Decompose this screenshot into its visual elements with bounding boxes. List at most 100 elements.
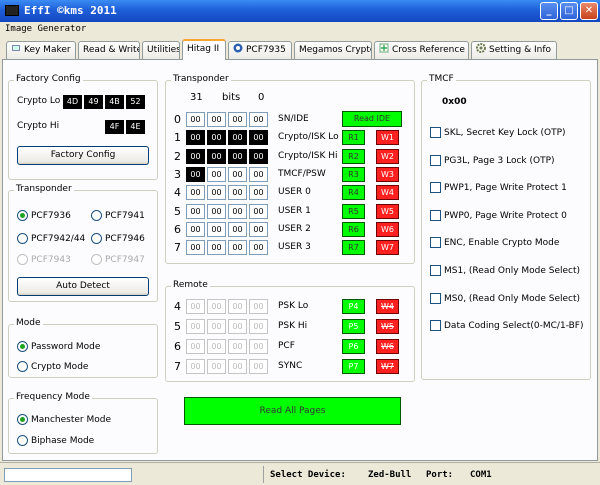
tab-setting-info[interactable]: Setting & Info (471, 41, 557, 59)
radio-pcf7941[interactable] (91, 210, 102, 221)
read-page-button[interactable]: R3 (342, 166, 365, 182)
page-byte-cell[interactable]: 00 (207, 240, 226, 256)
page-label: USER 0 (278, 187, 311, 198)
remote-byte-cell: 00 (228, 339, 247, 354)
read-all-pages-button[interactable]: Read All Pages (184, 397, 401, 425)
tmcf-option-checkbox[interactable] (430, 209, 441, 221)
page-byte-cell[interactable]: 00 (228, 240, 247, 256)
remote-read-button[interactable]: P5 (342, 319, 365, 334)
read-page-button[interactable]: R5 (342, 203, 365, 219)
read-page-button[interactable]: R4 (342, 185, 365, 201)
tmcf-option-checkbox[interactable] (430, 265, 441, 276)
tmcf-option-checkbox[interactable] (430, 127, 441, 138)
radio-crypto-mode[interactable] (17, 361, 28, 372)
remote-read-button[interactable]: P6 (342, 339, 365, 354)
write-page-button[interactable]: W6 (376, 221, 399, 237)
tab-megamos-crypto[interactable]: Megamos Crypto (294, 41, 372, 59)
tmcf-option-label: PWP0, Page Write Protect 0 (444, 210, 567, 221)
crypto-lo-byte: 4D (63, 95, 82, 109)
menu-image-generator[interactable]: Image Generator (5, 24, 86, 34)
maximize-button[interactable]: □ (560, 2, 578, 20)
page-byte-cell[interactable]: 00 (207, 221, 226, 237)
minimize-button[interactable]: _ (540, 2, 558, 20)
bits-high-label: 31 (190, 92, 203, 103)
write-page-button[interactable]: W2 (376, 148, 399, 164)
page-byte-cell[interactable]: 00 (249, 221, 268, 237)
write-page-button[interactable]: W1 (376, 130, 399, 146)
page-byte-cell[interactable]: 00 (228, 148, 247, 164)
page-byte-cell[interactable]: 00 (207, 112, 226, 127)
remote-write-button[interactable]: W4 (376, 299, 399, 314)
remote-write-button[interactable]: W7 (376, 359, 399, 374)
write-page-button[interactable]: W4 (376, 185, 399, 201)
page-byte-cell[interactable]: 00 (207, 166, 226, 182)
page-byte-cell[interactable]: 00 (228, 185, 247, 201)
page-byte-cell[interactable]: 00 (186, 148, 205, 164)
read-page-button[interactable]: R6 (342, 221, 365, 237)
remote-write-button[interactable]: W6 (376, 339, 399, 354)
tmcf-option-checkbox[interactable] (430, 292, 441, 304)
page-byte-cell[interactable]: 00 (186, 221, 205, 237)
auto-detect-button[interactable]: Auto Detect (17, 277, 149, 296)
page-byte-cell[interactable]: 00 (207, 148, 226, 164)
page-byte-cell[interactable]: 00 (249, 130, 268, 146)
remote-page-number: 6 (174, 340, 181, 353)
page-byte-cell[interactable]: 00 (186, 203, 205, 219)
tab-hitag-ii[interactable]: Hitag II (182, 39, 226, 60)
page-number: 3 (174, 167, 181, 181)
page-byte-cell[interactable]: 00 (249, 148, 268, 164)
read-page-button[interactable]: R2 (342, 148, 365, 164)
page-byte-cell[interactable]: 00 (249, 185, 268, 201)
read-page-button[interactable]: R7 (342, 240, 365, 256)
page-byte-cell[interactable]: 00 (207, 185, 226, 201)
remote-byte-cell: 00 (186, 319, 205, 334)
remote-byte-cell: 00 (207, 359, 226, 374)
pcf7935-icon (233, 43, 243, 53)
read-page-button[interactable]: R1 (342, 130, 365, 146)
tmcf-option-label: PWP1, Page Write Protect 1 (444, 183, 567, 194)
tmcf-option-checkbox[interactable] (430, 154, 441, 166)
page-byte-cell[interactable]: 00 (249, 112, 268, 127)
page-byte-cell[interactable]: 00 (249, 240, 268, 256)
page-byte-cell[interactable]: 00 (228, 203, 247, 219)
tab-read-write[interactable]: Read & Write (78, 41, 140, 59)
radio-biphase-mode[interactable] (17, 435, 28, 446)
page-byte-cell[interactable]: 00 (228, 130, 247, 146)
page-byte-cell[interactable]: 00 (186, 166, 205, 182)
tab-utilities[interactable]: Utilities (142, 41, 180, 59)
remote-read-button[interactable]: P7 (342, 359, 365, 374)
radio-pcf7936[interactable] (17, 210, 28, 221)
radio-pcf7946[interactable] (91, 233, 102, 244)
remote-read-button[interactable]: P4 (342, 299, 365, 314)
page-byte-cell[interactable]: 00 (207, 130, 226, 146)
read-ide-button[interactable]: Read IDE (342, 111, 402, 127)
crypto-hi-label: Crypto Hi (17, 121, 60, 131)
page-byte-cell[interactable]: 00 (228, 221, 247, 237)
radio-pcf7942-44[interactable] (17, 233, 28, 244)
factory-config-button[interactable]: Factory Config (17, 146, 149, 165)
page-byte-cell[interactable]: 00 (249, 203, 268, 219)
tmcf-option-checkbox[interactable] (430, 182, 441, 194)
page-byte-cell[interactable]: 00 (228, 166, 247, 182)
write-page-button[interactable]: W5 (376, 203, 399, 219)
page-byte-cell[interactable]: 00 (207, 203, 226, 219)
page-byte-cell[interactable]: 00 (186, 112, 205, 127)
close-button[interactable]: ✕ (580, 2, 598, 20)
page-byte-cell[interactable]: 00 (249, 166, 268, 182)
page-byte-cell[interactable]: 00 (186, 185, 205, 201)
port-value: COM1 (470, 470, 492, 480)
page-byte-cell[interactable]: 00 (228, 112, 247, 127)
remote-byte-cell: 00 (207, 299, 226, 314)
remote-write-button[interactable]: W5 (376, 319, 399, 334)
radio-manchester-mode[interactable] (17, 414, 28, 425)
tab-key-maker[interactable]: Key Maker (6, 41, 76, 59)
page-byte-cell[interactable]: 00 (186, 130, 205, 146)
tab-pcf7935[interactable]: PCF7935 (228, 41, 292, 59)
tmcf-option-checkbox[interactable] (430, 237, 441, 249)
tmcf-option-checkbox[interactable] (430, 320, 441, 332)
write-page-button[interactable]: W7 (376, 240, 399, 256)
write-page-button[interactable]: W3 (376, 166, 399, 182)
tab-cross-reference[interactable]: Cross Reference (374, 41, 469, 59)
radio-password-mode[interactable] (17, 341, 28, 352)
page-byte-cell[interactable]: 00 (186, 240, 205, 256)
